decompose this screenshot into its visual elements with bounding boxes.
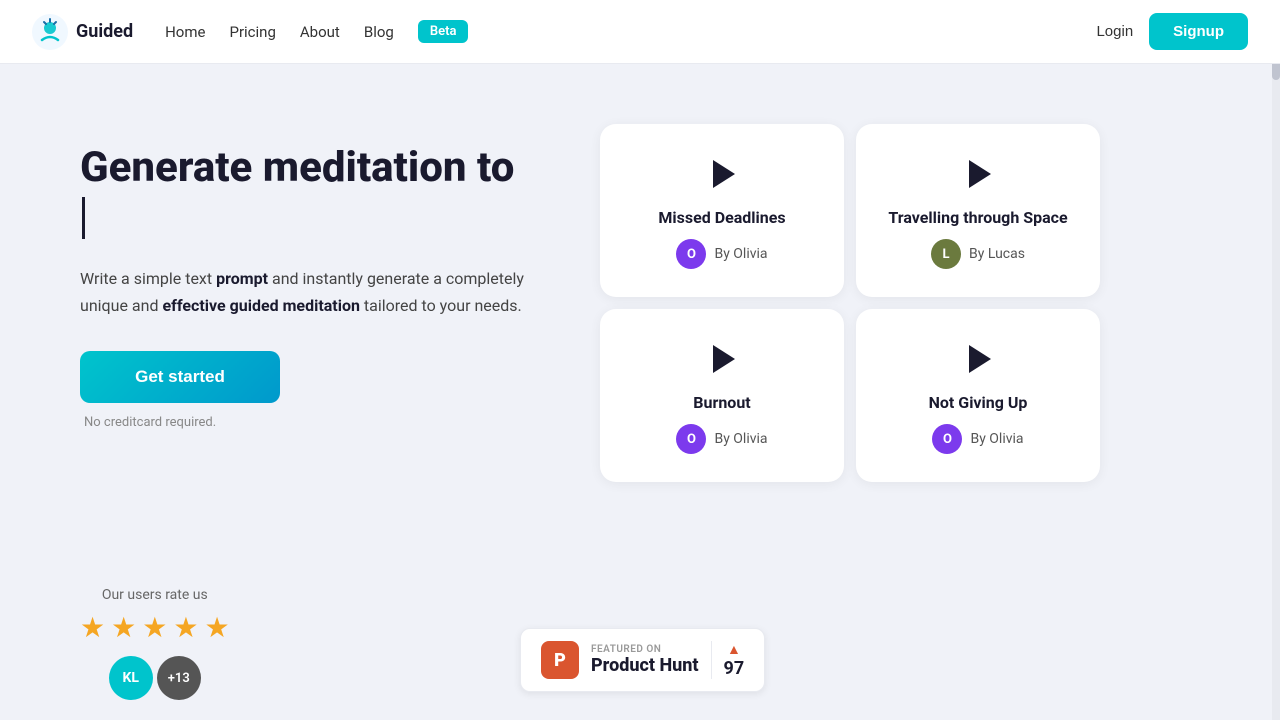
main-content: Generate meditation to Write a simple te… [0, 64, 1280, 522]
play-button-1[interactable] [956, 152, 1000, 196]
rating-label: Our users rate us [80, 587, 230, 603]
nav-links: Home Pricing About Blog Beta [165, 20, 1096, 43]
card-author-2: O By Olivia [676, 424, 767, 454]
meditation-card-1: Travelling through Space L By Lucas [856, 124, 1100, 297]
hero-section: Generate meditation to Write a simple te… [80, 124, 560, 482]
nav-pricing[interactable]: Pricing [229, 23, 275, 41]
beta-badge: Beta [418, 20, 469, 43]
star-3: ★ [142, 611, 167, 644]
star-1: ★ [80, 611, 105, 644]
prompt-bold: prompt [216, 269, 268, 288]
card-title-0: Missed Deadlines [658, 208, 785, 227]
nav-blog[interactable]: Blog [364, 23, 394, 41]
hero-title: Generate meditation to [80, 144, 560, 241]
signup-button[interactable]: Signup [1149, 13, 1248, 50]
nav-home[interactable]: Home [165, 23, 205, 41]
author-avatar-1: L [931, 239, 961, 269]
play-button-2[interactable] [700, 337, 744, 381]
avatar-main: KL [109, 656, 153, 700]
play-icon-0 [713, 160, 735, 188]
play-button-0[interactable] [700, 152, 744, 196]
hero-title-text: Generate meditation to [80, 143, 514, 192]
play-button-3[interactable] [956, 337, 1000, 381]
ph-score-number: 97 [724, 658, 745, 679]
meditation-card-3: Not Giving Up O By Olivia [856, 309, 1100, 482]
star-4: ★ [173, 611, 198, 644]
stars-row: ★ ★ ★ ★ ★ [80, 611, 230, 644]
get-started-button[interactable]: Get started [80, 351, 280, 403]
hero-description: Write a simple text prompt and instantly… [80, 265, 560, 319]
author-avatar-2: O [676, 424, 706, 454]
ph-arrow-icon: ▲ [727, 641, 741, 658]
ph-score-section: ▲ 97 [711, 641, 745, 679]
author-name-2: By Olivia [714, 431, 767, 447]
product-hunt-logo: P [541, 641, 579, 679]
ph-featured-label: FEATURED ON [591, 644, 699, 655]
no-creditcard-text: No creditcard required. [84, 415, 560, 430]
play-icon-3 [969, 345, 991, 373]
avatar-count: +13 [157, 656, 201, 700]
author-avatar-3: O [932, 424, 962, 454]
card-title-3: Not Giving Up [929, 393, 1028, 412]
meditation-card-2: Burnout O By Olivia [600, 309, 844, 482]
meditation-bold: effective guided meditation [162, 296, 359, 315]
card-author-0: O By Olivia [676, 239, 767, 269]
ph-product-name: Product Hunt [591, 655, 699, 676]
logo-icon [32, 14, 68, 50]
user-avatars: KL +13 [80, 656, 230, 700]
meditation-cards-grid: Missed Deadlines O By Olivia Travelling … [600, 124, 1100, 482]
card-title-2: Burnout [693, 393, 750, 412]
card-title-1: Travelling through Space [888, 208, 1067, 227]
nav-about[interactable]: About [300, 23, 340, 41]
product-hunt-badge[interactable]: P FEATURED ON Product Hunt ▲ 97 [520, 628, 765, 692]
meditation-card-0: Missed Deadlines O By Olivia [600, 124, 844, 297]
ph-logo-letter: P [554, 650, 566, 671]
card-author-1: L By Lucas [931, 239, 1025, 269]
play-icon-1 [969, 160, 991, 188]
login-button[interactable]: Login [1096, 23, 1133, 40]
star-5: ★ [204, 611, 229, 644]
author-name-1: By Lucas [969, 246, 1025, 262]
nav-actions: Login Signup [1096, 13, 1248, 50]
play-icon-2 [713, 345, 735, 373]
product-hunt-text: FEATURED ON Product Hunt [591, 644, 699, 676]
star-2: ★ [111, 611, 136, 644]
hero-cursor [82, 197, 85, 239]
author-avatar-0: O [676, 239, 706, 269]
rating-section: Our users rate us ★ ★ ★ ★ ★ KL +13 [80, 587, 230, 700]
logo[interactable]: Guided [32, 14, 133, 50]
logo-text: Guided [76, 21, 133, 42]
navbar: Guided Home Pricing About Blog Beta Logi… [0, 0, 1280, 64]
author-name-0: By Olivia [714, 246, 767, 262]
author-name-3: By Olivia [970, 431, 1023, 447]
card-author-3: O By Olivia [932, 424, 1023, 454]
